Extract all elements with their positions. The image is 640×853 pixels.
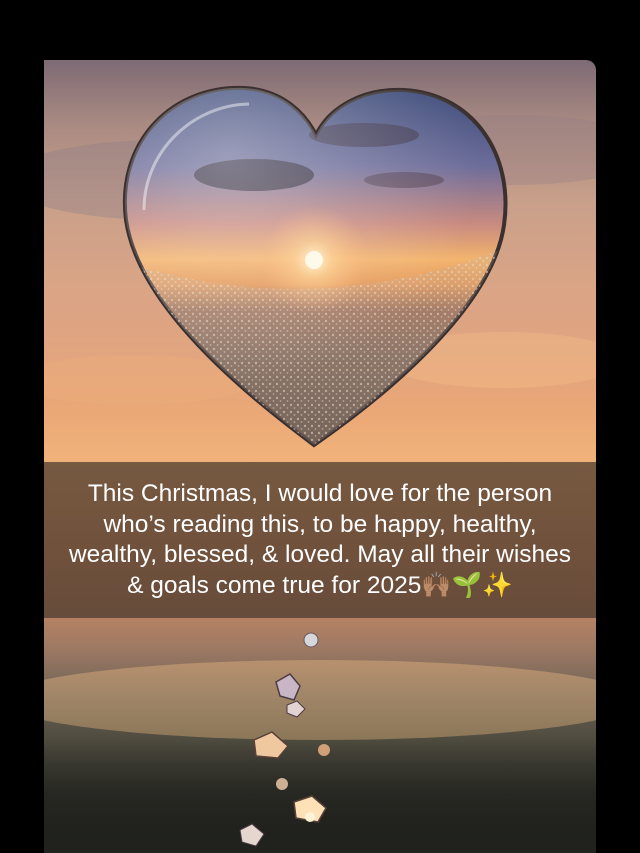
caption-text: This Christmas, I would love for the per… [68,480,572,599]
photo-illustration [44,85,596,853]
story-frame: This Christmas, I would love for the per… [0,0,640,853]
heart-sunset-photo [44,60,596,853]
caption-box: This Christmas, I would love for the per… [44,462,596,618]
